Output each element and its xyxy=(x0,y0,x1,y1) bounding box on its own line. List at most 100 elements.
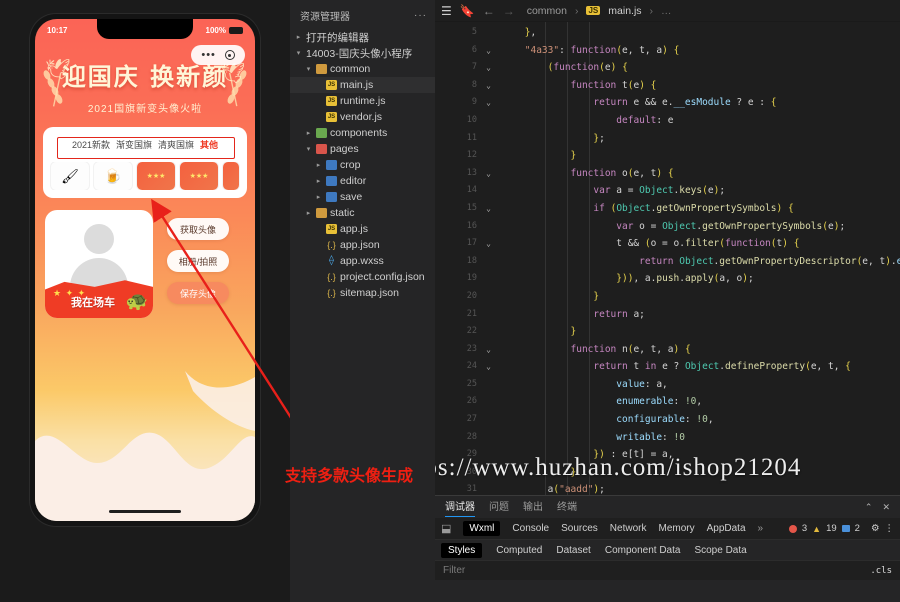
source-code[interactable]: }, "4a33": function(e, t, a) { (function… xyxy=(479,22,900,495)
tree-item-save[interactable]: ▸ save xyxy=(290,189,435,205)
thumbnail-item[interactable]: 🍺 xyxy=(94,162,132,190)
thumbnail-item[interactable] xyxy=(223,162,239,190)
code-line[interactable]: (function(e) { xyxy=(479,59,900,77)
ellipsis-icon[interactable]: ··· xyxy=(414,10,427,21)
gear-icon[interactable]: ⚙ xyxy=(871,523,880,534)
tab-output[interactable]: 输出 xyxy=(523,498,543,516)
code-line[interactable]: enumerable: !0, xyxy=(479,393,900,411)
cls-button[interactable]: .cls xyxy=(870,566,892,576)
tree-item-app.wxss[interactable]: ⟠ app.wxss xyxy=(290,253,435,269)
code-line[interactable]: return Object.getOwnPropertyDescriptor(e… xyxy=(479,253,900,271)
code-line[interactable]: return t in e ? Object.defineProperty(e,… xyxy=(479,358,900,376)
chevron-right-icon[interactable]: ▸ xyxy=(314,161,323,169)
chevron-down-icon[interactable]: ▾ xyxy=(304,145,313,153)
inspect-element-icon[interactable]: ⬓ xyxy=(441,522,451,535)
code-line[interactable]: return a; xyxy=(479,306,900,324)
tab-other[interactable]: 其他 xyxy=(200,138,218,151)
code-line[interactable]: } xyxy=(479,323,900,341)
code-area[interactable]: 5 6 ⌄ 7 ⌄ 8 ⌄ 9 ⌄ 10 11 12 13 ⌄ 14 15 ⌄ 16 17 ⌄ 18 19 20 21 22 23… xyxy=(435,22,900,495)
hamburger-icon[interactable]: ☰ xyxy=(441,4,452,18)
thumbnail-item[interactable]: 🖌 xyxy=(51,162,89,190)
code-line[interactable]: value: a, xyxy=(479,376,900,394)
tab-gradient-flag[interactable]: 渐变国旗 xyxy=(116,138,152,151)
save-avatar-button[interactable]: 保存头像 xyxy=(167,282,229,304)
chevron-right-icon[interactable]: ▸ xyxy=(304,209,313,217)
issue-counters[interactable]: 3 ▲ 19 2 ⚙ ⋮ xyxy=(788,523,895,534)
tree-item-components[interactable]: ▸ components xyxy=(290,125,435,141)
thumbnail-item[interactable]: ★★★ xyxy=(180,162,218,190)
phone-screen[interactable]: 10:17 100% ••• 🕊 🕊 迎国庆 换新颜 2021国旗新变头像火啦 … xyxy=(35,19,255,521)
thumbnail-item[interactable]: ★★★ xyxy=(137,162,175,190)
devtools-overflow-icon[interactable]: » xyxy=(758,523,764,534)
tree-item-14003-[interactable]: ▾ 14003-国庆头像小程序 xyxy=(290,45,435,61)
chevron-right-icon[interactable]: ▸ xyxy=(314,177,323,185)
close-target-icon[interactable] xyxy=(224,50,235,60)
tree-item-crop[interactable]: ▸ crop xyxy=(290,157,435,173)
code-line[interactable]: }; xyxy=(479,130,900,148)
tree-item-runtime.js[interactable]: JS runtime.js xyxy=(290,93,435,109)
breadcrumb-file[interactable]: main.js xyxy=(608,5,641,17)
bookmark-icon[interactable]: 🔖 xyxy=(460,4,475,18)
tree-item-project.config.json[interactable]: {.} project.config.json xyxy=(290,269,435,285)
chevron-right-icon[interactable]: ▸ xyxy=(294,33,303,41)
tree-item-editor[interactable]: ▸ editor xyxy=(290,173,435,189)
breadcrumb-tail[interactable]: … xyxy=(661,5,672,17)
chevron-down-icon[interactable]: ▾ xyxy=(304,65,313,73)
devtools-tab-sources[interactable]: Sources xyxy=(561,523,598,534)
devtools-tab-console[interactable]: Console xyxy=(512,523,549,534)
code-line[interactable]: }, xyxy=(479,24,900,42)
tree-item-app.json[interactable]: {.} app.json xyxy=(290,237,435,253)
subtab-computed[interactable]: Computed xyxy=(496,545,542,556)
back-arrow-icon[interactable]: ← xyxy=(483,4,495,18)
devtools-tab-wxml[interactable]: Wxml xyxy=(463,521,501,536)
album-camera-button[interactable]: 相册/拍照 xyxy=(167,250,229,272)
wechat-capsule[interactable]: ••• xyxy=(191,45,245,65)
devtools-tab-memory[interactable]: Memory xyxy=(658,523,694,534)
forward-arrow-icon[interactable]: → xyxy=(503,4,515,18)
tab-2021-new[interactable]: 2021新款 xyxy=(72,138,110,151)
code-line[interactable]: a("aadd"); xyxy=(479,481,900,495)
avatar-preview[interactable]: ★ ✦ ✦ 我在场车 🐢 xyxy=(45,210,153,318)
more-dots-icon[interactable]: ••• xyxy=(201,49,216,61)
tree-item-sitemap.json[interactable]: {.} sitemap.json xyxy=(290,285,435,301)
code-line[interactable]: "4a33": function(e, t, a) { xyxy=(479,42,900,60)
tab-fresh-flag[interactable]: 清爽国旗 xyxy=(158,138,194,151)
subtab-styles[interactable]: Styles xyxy=(441,542,483,558)
code-line[interactable]: } xyxy=(479,147,900,165)
tab-terminal[interactable]: 终端 xyxy=(557,498,577,516)
close-icon[interactable]: ✕ xyxy=(882,502,890,513)
code-line[interactable]: if (Object.getOwnPropertySymbols) { xyxy=(479,200,900,218)
chevron-right-icon[interactable]: ▸ xyxy=(314,193,323,201)
breadcrumb-folder[interactable]: common xyxy=(527,5,567,17)
tree-item-common[interactable]: ▾ common xyxy=(290,61,435,77)
code-line[interactable]: } xyxy=(479,288,900,306)
tree-item-pages[interactable]: ▾ pages xyxy=(290,141,435,157)
subtab-scope-data[interactable]: Scope Data xyxy=(694,545,746,556)
chevron-down-icon[interactable]: ▾ xyxy=(294,49,303,57)
tree-item-vendor.js[interactable]: JS vendor.js xyxy=(290,109,435,125)
devtools-tab-appdata[interactable]: AppData xyxy=(707,523,746,534)
chevron-up-icon[interactable]: ⌃ xyxy=(865,502,873,513)
code-line[interactable]: configurable: !0, xyxy=(479,411,900,429)
code-line[interactable]: })), a.push.apply(a, o); xyxy=(479,270,900,288)
chevron-right-icon[interactable]: ▸ xyxy=(304,129,313,137)
tree-item-static[interactable]: ▸ static xyxy=(290,205,435,221)
code-line[interactable]: function n(e, t, a) { xyxy=(479,341,900,359)
tab-debugger[interactable]: 调试器 xyxy=(445,498,475,517)
subtab-component-data[interactable]: Component Data xyxy=(605,545,681,556)
tab-problems[interactable]: 问题 xyxy=(489,498,509,516)
code-line[interactable]: default: e xyxy=(479,112,900,130)
devtools-tab-network[interactable]: Network xyxy=(610,523,647,534)
tree-item-[interactable]: ▸ 打开的编辑器 xyxy=(290,29,435,45)
code-line[interactable]: var a = Object.keys(e); xyxy=(479,182,900,200)
code-line[interactable]: writable: !0 xyxy=(479,429,900,447)
code-line[interactable]: var o = Object.getOwnPropertySymbols(e); xyxy=(479,218,900,236)
filter-input[interactable]: Filter xyxy=(443,565,465,576)
kebab-menu-icon[interactable]: ⋮ xyxy=(885,523,895,534)
code-line[interactable]: function o(e, t) { xyxy=(479,165,900,183)
code-line[interactable]: t && (o = o.filter(function(t) { xyxy=(479,235,900,253)
tree-item-app.js[interactable]: JS app.js xyxy=(290,221,435,237)
subtab-dataset[interactable]: Dataset xyxy=(556,545,590,556)
code-line[interactable]: return e && e.__esModule ? e : { xyxy=(479,94,900,112)
get-avatar-button[interactable]: 获取头像 xyxy=(167,218,229,240)
